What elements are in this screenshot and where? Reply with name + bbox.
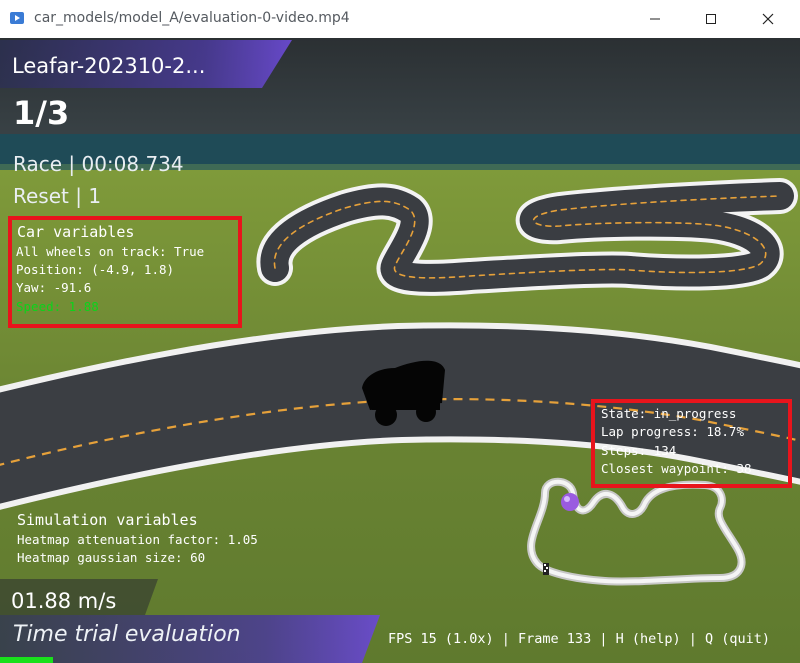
window-title: car_models/model_A/evaluation-0-video.mp…: [34, 10, 350, 26]
minimize-icon: [650, 18, 660, 20]
heatmap-attenuation: Heatmap attenuation factor: 1.05: [17, 532, 258, 547]
speed-readout: 01.88 m/s: [11, 589, 117, 613]
car-position-marker: [561, 493, 579, 511]
maximize-button[interactable]: [688, 0, 734, 38]
racer-name: Leafar-202310-2...: [12, 54, 206, 78]
close-button[interactable]: [745, 0, 791, 38]
race-time: Race | 00:08.734: [13, 152, 184, 176]
steps-count: Steps: 134: [601, 443, 677, 458]
wheels-on-track: All wheels on track: True: [16, 244, 205, 259]
playback-status: FPS 15 (1.0x) | Frame 133 | H (help) | Q…: [388, 631, 771, 647]
close-icon: [762, 13, 774, 25]
video-window: car_models/model_A/evaluation-0-video.mp…: [0, 0, 800, 663]
track-minimap: [527, 477, 746, 586]
closest-waypoint: Closest waypoint: 38: [601, 461, 752, 476]
car-yaw: Yaw: -91.6: [16, 280, 92, 295]
car-position: Position: (-4.9, 1.8): [16, 262, 175, 277]
maximize-icon: [706, 14, 716, 24]
minimize-button[interactable]: [632, 0, 678, 38]
video-viewport[interactable]: Leafar-202310-2... 1/3 Race | 00:08.734 …: [0, 38, 800, 663]
car-variables-title: Car variables: [17, 223, 135, 241]
evaluation-mode: Time trial evaluation: [13, 622, 241, 647]
simulation-variables-title: Simulation variables: [17, 511, 198, 529]
lap-counter: 1/3: [13, 94, 70, 132]
lap-progress: Lap progress: 18.7%: [601, 424, 744, 439]
heatmap-gaussian: Heatmap gaussian size: 60: [17, 550, 206, 565]
state-value: State: in_progress: [601, 406, 737, 421]
car-speed: Speed: 1.88: [16, 299, 99, 314]
video-player-icon: [9, 10, 25, 26]
title-bar[interactable]: car_models/model_A/evaluation-0-video.mp…: [0, 0, 800, 38]
reset-count: Reset | 1: [13, 184, 102, 208]
video-progress-bar[interactable]: [0, 657, 53, 663]
